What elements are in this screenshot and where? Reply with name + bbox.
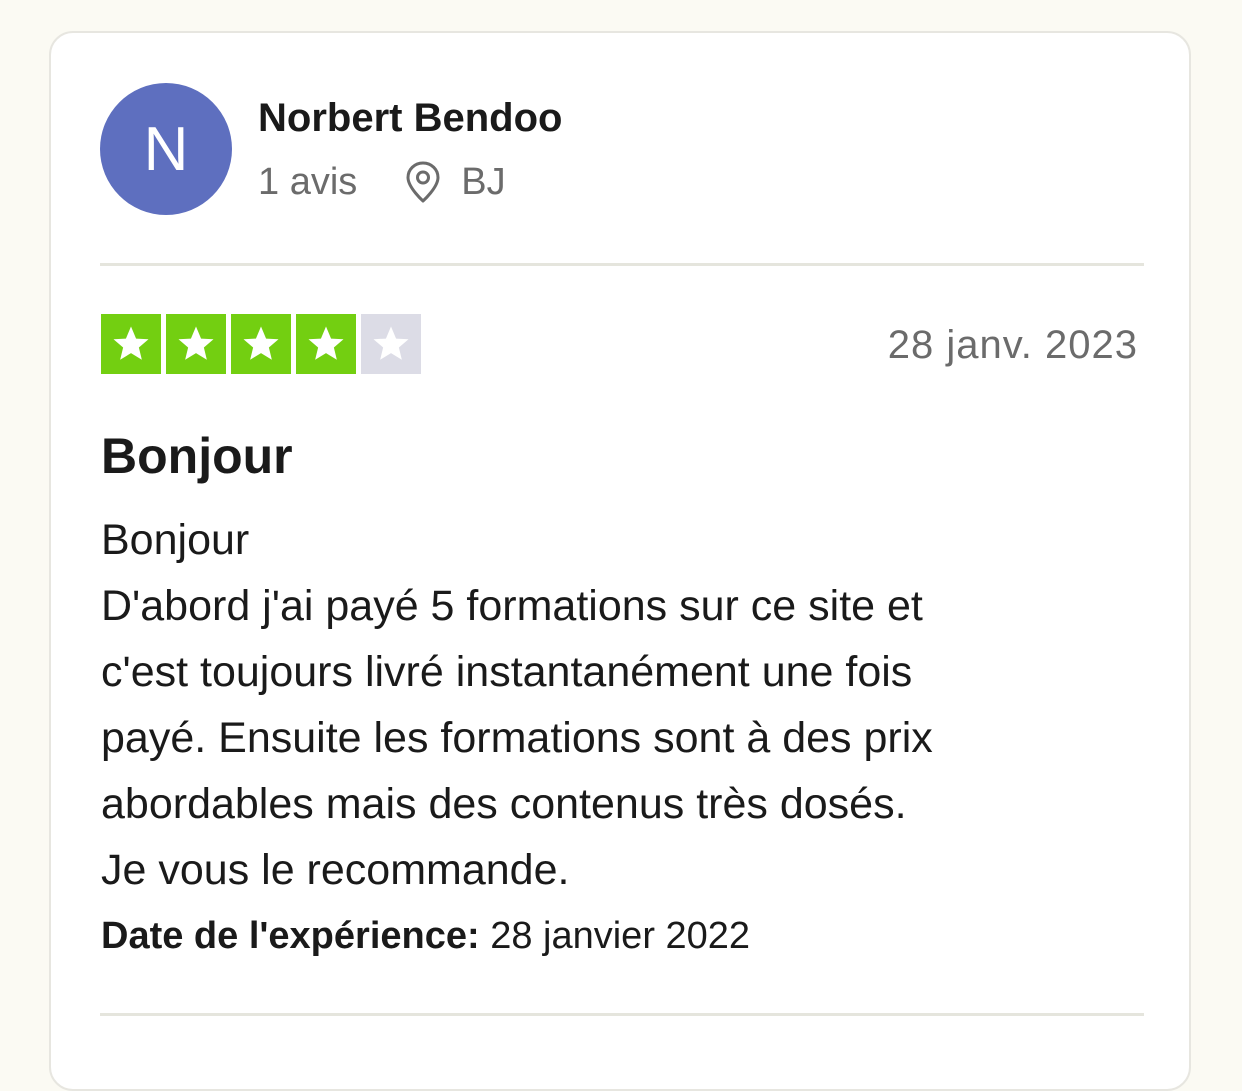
review-body-line: Bonjour xyxy=(101,516,250,564)
review-date: 28 janv. 2023 xyxy=(887,323,1138,367)
experience-date: Date de l'expérience: 28 janvier 2022 xyxy=(101,913,750,959)
map-pin-icon xyxy=(403,160,443,204)
reviewer-location: BJ xyxy=(403,160,506,204)
star-icon xyxy=(361,314,421,374)
star-rating xyxy=(101,314,426,374)
reviewer-meta: 1 avis BJ xyxy=(258,160,562,204)
avatar[interactable]: N xyxy=(100,83,232,215)
review-body-line: Je vous le recommande. xyxy=(101,846,570,894)
reviewer-info: Norbert Bendoo 1 avis BJ xyxy=(258,94,562,204)
reviewer-country: BJ xyxy=(461,161,506,203)
star-icon xyxy=(166,314,226,374)
star-icon xyxy=(296,314,356,374)
reviewer-header[interactable]: N Norbert Bendoo 1 avis BJ xyxy=(100,82,562,216)
review-title[interactable]: Bonjour xyxy=(101,427,293,485)
review-body-line: c'est toujours livré instantanément une … xyxy=(101,648,913,696)
star-icon xyxy=(231,314,291,374)
review-count: 1 avis xyxy=(258,161,358,203)
review-body-line: D'abord j'ai payé 5 formations sur ce si… xyxy=(101,582,923,630)
star-icon xyxy=(101,314,161,374)
reviewer-name[interactable]: Norbert Bendoo xyxy=(258,94,562,142)
review-card: N Norbert Bendoo 1 avis BJ 28 janv. 2023… xyxy=(49,31,1191,1091)
review-body[interactable]: Bonjour D'abord j'ai payé 5 formations s… xyxy=(101,507,1101,903)
avatar-initial: N xyxy=(143,114,189,184)
experience-label: Date de l'expérience: xyxy=(101,915,491,957)
review-body-line: payé. Ensuite les formations sont à des … xyxy=(101,714,933,762)
review-body-line: abordables mais des contenus très dosés. xyxy=(101,780,907,828)
divider xyxy=(100,263,1144,266)
experience-value: 28 janvier 2022 xyxy=(490,915,751,957)
